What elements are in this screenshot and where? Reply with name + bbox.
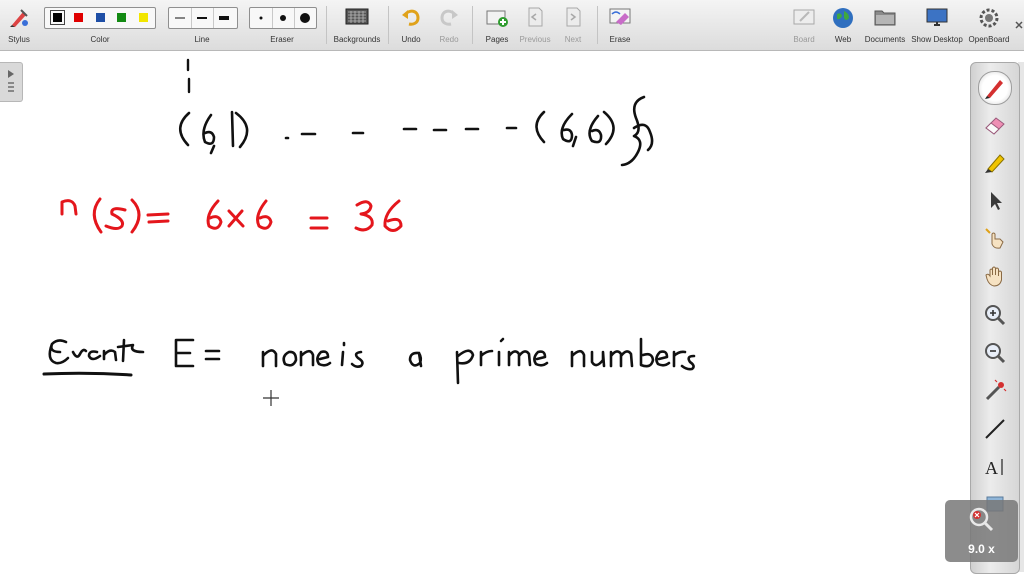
gear-icon bbox=[979, 8, 999, 28]
redo-label: Redo bbox=[439, 35, 459, 44]
toolbar-divider bbox=[472, 6, 473, 44]
previous-label: Previous bbox=[519, 35, 551, 44]
laser-pointer-icon bbox=[985, 379, 1007, 401]
interactor-tool-button[interactable] bbox=[979, 223, 1011, 255]
openboard-menu-button[interactable]: OpenBoard bbox=[966, 0, 1012, 50]
laser-pointer-tool-button[interactable] bbox=[979, 375, 1011, 407]
top-toolbar: Stylus Color Line Eraser Backgrounds Und… bbox=[0, 0, 1024, 51]
line-icon bbox=[985, 419, 1005, 439]
undo-label: Undo bbox=[401, 35, 421, 44]
next-label: Next bbox=[564, 35, 582, 44]
zoom-magnifier-icon bbox=[969, 507, 994, 532]
documents-button[interactable]: Documents bbox=[862, 0, 908, 50]
eraser-tool-button[interactable] bbox=[979, 109, 1011, 141]
web-label: Web bbox=[834, 35, 852, 44]
board-label: Board bbox=[793, 35, 815, 44]
toolbar-divider bbox=[388, 6, 389, 44]
text-tool-button[interactable]: A bbox=[979, 451, 1011, 483]
pages-label: Pages bbox=[485, 35, 509, 44]
color-group: Color bbox=[44, 0, 156, 50]
backgrounds-button[interactable]: Backgrounds bbox=[330, 0, 384, 50]
selector-arrow-icon bbox=[991, 192, 1002, 210]
documents-label: Documents bbox=[864, 35, 906, 44]
previous-button[interactable]: Previous bbox=[516, 0, 554, 50]
stylus-palette: A bbox=[970, 62, 1020, 574]
marker-icon bbox=[985, 154, 1005, 173]
undo-button[interactable]: Undo bbox=[394, 0, 428, 50]
marker-tool-button[interactable] bbox=[979, 147, 1011, 179]
show-desktop-button[interactable]: Show Desktop bbox=[910, 0, 964, 50]
openboard-label: OpenBoard bbox=[968, 35, 1010, 44]
previous-page-icon bbox=[528, 7, 543, 27]
eraser-group: Eraser bbox=[249, 0, 315, 50]
zoom-in-icon bbox=[985, 305, 1006, 326]
hand-icon bbox=[985, 266, 1002, 287]
close-icon bbox=[1014, 21, 1023, 29]
undo-icon bbox=[402, 9, 420, 26]
ink-line-2 bbox=[60, 197, 403, 234]
zoom-out-icon bbox=[985, 343, 1006, 364]
stylus-button[interactable]: Stylus bbox=[2, 0, 36, 50]
show-desktop-label: Show Desktop bbox=[911, 35, 963, 44]
pointing-hand-icon bbox=[985, 228, 1004, 249]
folder-icon bbox=[874, 10, 896, 26]
board-button[interactable]: Board bbox=[786, 0, 822, 50]
toolbar-divider bbox=[326, 6, 327, 44]
line-label: Line bbox=[194, 35, 210, 44]
ink-line-3 bbox=[42, 337, 696, 385]
close-button[interactable] bbox=[1013, 0, 1024, 50]
redo-icon bbox=[440, 9, 458, 26]
pages-button[interactable]: Pages bbox=[478, 0, 516, 50]
zoom-in-tool-button[interactable] bbox=[979, 299, 1011, 331]
zoom-indicator: 9.0 x bbox=[945, 500, 1018, 562]
next-button[interactable]: Next bbox=[555, 0, 591, 50]
desktop-monitor-icon bbox=[926, 8, 948, 26]
text-icon: A bbox=[985, 458, 1003, 478]
backgrounds-icon bbox=[345, 8, 369, 25]
pen-icon bbox=[985, 80, 1003, 99]
line-tool-button[interactable] bbox=[979, 413, 1011, 445]
toolbar-divider bbox=[597, 6, 598, 44]
stylus-label: Stylus bbox=[8, 35, 30, 44]
pen-tool-button[interactable] bbox=[978, 71, 1012, 105]
board-icon bbox=[793, 9, 815, 25]
ink-layer bbox=[42, 58, 696, 385]
next-page-icon bbox=[566, 7, 581, 27]
zoom-out-tool-button[interactable] bbox=[979, 337, 1011, 369]
eraser-icon bbox=[985, 117, 1005, 135]
erase-button[interactable]: Erase bbox=[603, 0, 637, 50]
crosshair-cursor-icon bbox=[263, 390, 279, 406]
hand-tool-button[interactable] bbox=[979, 261, 1011, 293]
pages-icon bbox=[486, 10, 508, 27]
eraser-label: Eraser bbox=[270, 35, 294, 44]
line-group: Line bbox=[168, 0, 236, 50]
color-label: Color bbox=[90, 35, 110, 44]
svg-text:A: A bbox=[985, 458, 998, 478]
erase-label: Erase bbox=[609, 35, 631, 44]
erase-board-icon bbox=[609, 8, 631, 25]
selector-tool-button[interactable] bbox=[979, 185, 1011, 217]
backgrounds-label: Backgrounds bbox=[333, 35, 381, 44]
stylus-icon bbox=[10, 9, 28, 27]
zoom-value: 9.0 x bbox=[968, 542, 995, 556]
ink-line-1 bbox=[178, 95, 654, 167]
ink-stroke-dots bbox=[186, 58, 191, 94]
web-globe-icon bbox=[833, 8, 853, 28]
whiteboard-canvas[interactable] bbox=[0, 51, 970, 576]
redo-button[interactable]: Redo bbox=[432, 0, 466, 50]
web-button[interactable]: Web bbox=[826, 0, 860, 50]
